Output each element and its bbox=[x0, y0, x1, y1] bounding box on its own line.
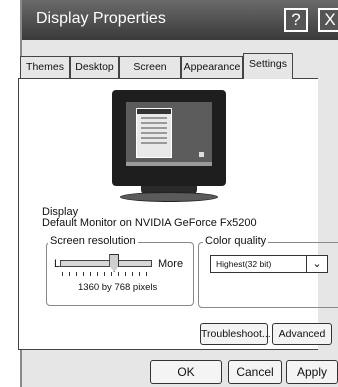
color-quality-group bbox=[198, 242, 338, 308]
tab-desktop[interactable]: Desktop bbox=[70, 56, 119, 78]
window-title: Display Properties bbox=[36, 10, 166, 27]
display-device-name: Default Monitor on NVIDIA GeForce Fx5200 bbox=[42, 217, 257, 229]
color-quality-select[interactable]: Highest(32 bit) ⌄ bbox=[210, 255, 328, 273]
cancel-button[interactable]: Cancel bbox=[228, 360, 282, 384]
preview-taskbar bbox=[126, 162, 212, 166]
resolution-slider-ticks bbox=[62, 272, 150, 276]
color-quality-value: Highest(32 bit) bbox=[216, 259, 272, 269]
resolution-slider-track[interactable] bbox=[60, 260, 152, 267]
monitor-base bbox=[120, 192, 218, 202]
close-button[interactable]: X bbox=[318, 8, 338, 32]
tab-settings[interactable]: Settings bbox=[243, 53, 293, 79]
tab-screen-saver[interactable]: Screen Saver bbox=[119, 56, 181, 93]
title-bar[interactable]: Display Properties ? X bbox=[22, 0, 338, 40]
troubleshoot-button[interactable]: Troubleshoot... bbox=[200, 323, 271, 345]
chevron-down-icon[interactable]: ⌄ bbox=[306, 256, 327, 272]
monitor-preview-icon bbox=[112, 90, 226, 186]
preview-window bbox=[136, 108, 172, 158]
apply-button[interactable]: Apply bbox=[286, 360, 338, 384]
monitor-screen bbox=[126, 102, 212, 166]
help-button[interactable]: ? bbox=[284, 8, 308, 32]
advanced-button[interactable]: Advanced bbox=[272, 323, 332, 345]
tab-themes[interactable]: Themes bbox=[20, 56, 70, 78]
resolution-more-label: More bbox=[158, 258, 184, 270]
tab-appearance[interactable]: Appearance bbox=[181, 56, 243, 78]
color-quality-title: Color quality bbox=[203, 235, 269, 247]
ok-button[interactable]: OK bbox=[150, 360, 222, 384]
desktop-icon bbox=[199, 152, 204, 157]
resolution-value: 1360 by 768 pixels bbox=[78, 282, 158, 293]
screen-resolution-title: Screen resolution bbox=[48, 235, 138, 247]
